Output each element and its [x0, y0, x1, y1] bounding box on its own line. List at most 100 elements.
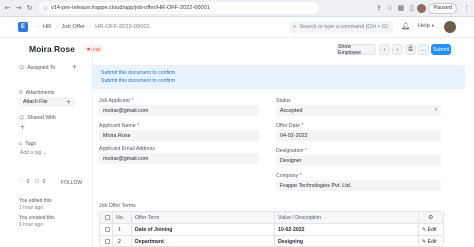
show-employee-button[interactable]: Show Employee — [337, 44, 376, 56]
bookmark-star-icon[interactable]: ☆ — [384, 0, 395, 17]
follow-button[interactable]: FOLLOW — [61, 180, 82, 186]
app-navbar: E › HR › Job Offer › HR-OFF-2022-00001 ⌕… — [0, 17, 474, 38]
row-offer-term[interactable]: Date of Joining — [135, 227, 172, 233]
profile-avatar[interactable] — [417, 3, 427, 13]
extensions-icon[interactable]: ▦ — [395, 0, 406, 17]
edit-pencil-icon: ✎ — [422, 239, 427, 245]
settings-gear-icon[interactable]: ⚙ — [428, 214, 433, 221]
offer-date-label: Offer Date * — [276, 123, 304, 129]
paperclip-icon: ⚲ — [19, 90, 23, 96]
tags-section: ⌂ Tags — [19, 141, 37, 147]
activity-created: You created this — [19, 215, 55, 221]
printer-icon: ⎙ — [408, 46, 413, 52]
row-edit-button[interactable]: ✎ Edit — [422, 227, 437, 233]
site-info-icon[interactable]: ⓘ — [43, 5, 48, 12]
comment-icon: ☐ — [35, 179, 40, 185]
likes-counter[interactable]: ♡ 0 — [19, 179, 29, 185]
shared-with-section: ☺ Shared With — [19, 115, 56, 121]
add-assignment-icon[interactable]: + — [72, 64, 77, 71]
row-value[interactable]: 10-02-2022 — [278, 227, 305, 233]
column-divider — [418, 212, 419, 246]
attachments-section: ⚲ Attachments — [19, 90, 55, 96]
applicant-name-field[interactable]: Moira Rose — [99, 130, 259, 141]
activity-edited-time: 1 hour ago — [19, 205, 43, 211]
status-select[interactable]: Accepted ⇕ — [276, 105, 441, 116]
submit-button[interactable]: Submit — [431, 44, 451, 55]
offer-date-field[interactable]: 04-02-2022 — [276, 130, 441, 141]
search-icon: ⌕ — [293, 23, 297, 30]
activity-created-time: 1 hour ago — [19, 222, 43, 228]
column-header-no: No. — [116, 215, 125, 221]
job-applicant-label: Job Applicant * — [99, 98, 134, 104]
sidebar-toggle-icon[interactable]: ▯ — [406, 0, 417, 17]
add-tag-link[interactable]: Add a tag ... — [20, 150, 47, 156]
select-arrows-icon: ⇕ — [434, 108, 438, 113]
column-divider — [274, 212, 275, 246]
applicant-email-label: Applicant Email Address — [99, 146, 155, 152]
help-dropdown[interactable]: Help ▾ — [418, 23, 434, 29]
activity-edited: You edited this — [19, 198, 52, 204]
browser-toolbar: ← → ↻ ⓘ v14-pre-release.frappe.cloud/app… — [0, 0, 474, 17]
reload-icon[interactable]: ↻ — [24, 0, 35, 17]
job-offer-terms-table: No. Offer Term Value / Description ⚙ 1 D… — [99, 211, 444, 247]
profile-status-label: Paused — [433, 5, 452, 11]
share-icon[interactable]: ⇪ — [373, 0, 384, 17]
user-avatar[interactable] — [444, 21, 456, 33]
user-icon: ☺ — [19, 65, 25, 71]
applicant-name-label: Applicant Name * — [99, 123, 140, 129]
breadcrumb-hr[interactable]: HR — [43, 24, 51, 30]
browser-menu-icon[interactable]: ⋮ — [461, 0, 472, 17]
company-field[interactable]: Frappe Technologies Pvt. Ltd. — [276, 180, 441, 191]
row-value[interactable]: Designing — [278, 239, 303, 245]
chevron-right-icon: › — [37, 24, 39, 30]
row-number: 1 — [118, 227, 121, 233]
row-offer-term[interactable]: Department — [135, 239, 164, 245]
breadcrumb-document[interactable]: HR-OFF-2022-00001 — [95, 24, 150, 30]
company-label: Company * — [276, 173, 302, 179]
notification-bell-icon[interactable]: 🔔︎ — [401, 22, 410, 30]
row-edit-button[interactable]: ✎ Edit — [422, 239, 437, 245]
breadcrumb-job-offer[interactable]: Job Offer — [61, 24, 85, 30]
chevron-right-icon: › — [396, 46, 399, 53]
status-badge: ● Draft — [84, 45, 104, 53]
column-divider — [131, 212, 132, 246]
back-arrow-icon[interactable]: ← — [2, 0, 13, 17]
add-share-icon[interactable]: + — [20, 124, 25, 131]
status-label: Status — [276, 98, 291, 104]
profile-status-button[interactable]: Paused — [428, 2, 457, 14]
job-offer-terms-label: Job Offer Terms — [99, 203, 136, 209]
more-menu-button[interactable]: … — [418, 44, 429, 55]
share-users-icon: ☺ — [19, 115, 25, 121]
row-checkbox[interactable] — [105, 239, 110, 244]
previous-doc-button[interactable]: ‹ — [379, 44, 390, 55]
chevron-right-icon: › — [55, 24, 58, 30]
print-button[interactable]: ⎙ — [405, 44, 416, 55]
assigned-to-section[interactable]: ☺ Assigned To — [19, 65, 55, 71]
applicant-email-field[interactable]: moirar@gmail.com — [99, 153, 259, 164]
url-text: v14-pre-release.frappe.cloud/app/job-off… — [51, 5, 210, 11]
alert-line: Submit this document to confirm — [101, 78, 176, 84]
alert-line: Submit this document to confirm — [101, 70, 176, 76]
more-dots-icon: … — [420, 46, 427, 53]
table-row[interactable]: 2 Department Designing ✎ Edit — [100, 236, 443, 246]
awesomebar-search[interactable]: ⌕ Search or type a command (Ctrl + G) — [289, 21, 393, 33]
next-doc-button[interactable]: › — [392, 44, 403, 55]
table-row[interactable]: 1 Date of Joining 10-02-2022 ✎ Edit — [100, 224, 443, 236]
comments-counter[interactable]: ☐ 0 — [35, 179, 45, 185]
tag-icon: ⌂ — [19, 141, 23, 147]
column-header-value: Value / Description — [278, 215, 322, 221]
column-divider — [112, 212, 113, 246]
address-bar[interactable]: ⓘ v14-pre-release.frappe.cloud/app/job-o… — [39, 2, 319, 14]
designation-field[interactable]: Designer — [276, 155, 441, 166]
chevron-right-icon: › — [89, 24, 92, 30]
app-logo[interactable]: E — [18, 22, 28, 32]
job-applicant-field[interactable]: moirar@gmail.com — [99, 105, 259, 116]
attach-file-button[interactable]: Attach File + — [19, 97, 75, 107]
row-number: 2 — [118, 239, 121, 245]
row-checkbox[interactable] — [105, 227, 110, 232]
select-all-checkbox[interactable] — [105, 215, 110, 220]
chevron-down-icon: ▾ — [431, 24, 434, 29]
submit-alert: Submit this document to confirm Submit t… — [92, 65, 465, 89]
forward-arrow-icon[interactable]: → — [13, 0, 24, 17]
plus-icon: + — [65, 98, 71, 106]
